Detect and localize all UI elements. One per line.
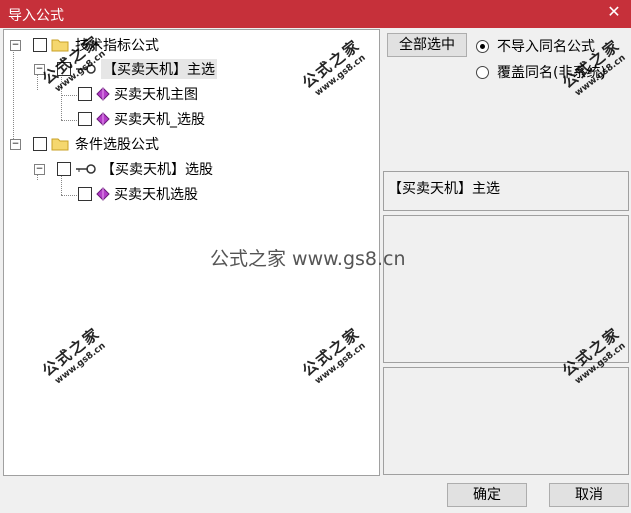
description-panel — [383, 215, 629, 363]
tree-formula-label: 【买卖天机】选股 — [101, 162, 213, 178]
checkbox[interactable] — [78, 112, 92, 126]
tree-item-label: 买卖天机_选股 — [114, 112, 205, 128]
checkbox[interactable] — [33, 137, 47, 151]
expander-icon[interactable]: − — [34, 63, 45, 75]
tree-group-indicators[interactable]: − 技术指标公式 — [10, 34, 159, 56]
folder-icon — [51, 138, 69, 151]
tree-line — [13, 45, 14, 145]
checkbox[interactable] — [33, 38, 47, 52]
option-no-import-same[interactable]: 不导入同名公式 — [476, 36, 595, 56]
radio-overwrite[interactable] — [476, 65, 489, 79]
window-title: 导入公式 — [8, 8, 64, 24]
option-overwrite-same[interactable]: 覆盖同名(非系统) — [476, 62, 606, 82]
cancel-button[interactable]: 取消 — [549, 483, 629, 507]
tree-formula-label: 【买卖天机】主选 — [101, 59, 217, 79]
tree-item-select-stock[interactable]: 买卖天机选股 — [78, 183, 198, 205]
folder-icon — [51, 39, 69, 52]
selected-name-panel: 【买卖天机】主选 — [383, 171, 629, 211]
title-bar: 导入公式 ✕ — [0, 0, 631, 28]
tree-item-select[interactable]: 买卖天机_选股 — [78, 108, 205, 130]
option-label: 不导入同名公式 — [497, 39, 595, 55]
tree-line — [61, 75, 62, 120]
tree-item-label: 买卖天机选股 — [114, 187, 198, 203]
option-label: 覆盖同名(非系统) — [497, 65, 606, 81]
checkbox[interactable] — [57, 162, 71, 176]
tree-item-main-chart[interactable]: 买卖天机主图 — [78, 83, 198, 105]
tree-group-label: 条件选股公式 — [75, 137, 159, 153]
key-icon — [76, 64, 96, 74]
center-watermark: 公式之家 www.gs8.cn — [210, 248, 406, 270]
gem-icon — [96, 87, 110, 101]
tree-group-label: 技术指标公式 — [75, 38, 159, 54]
gem-icon — [96, 187, 110, 201]
ok-button[interactable]: 确定 — [447, 483, 527, 507]
close-icon[interactable]: ✕ — [605, 3, 623, 21]
expander-icon[interactable]: − — [34, 163, 45, 175]
key-icon — [76, 164, 96, 174]
expander-icon[interactable]: − — [10, 39, 21, 51]
tree-group-conditions[interactable]: − 条件选股公式 — [10, 133, 159, 155]
checkbox[interactable] — [78, 187, 92, 201]
expander-icon[interactable]: − — [10, 138, 21, 150]
checkbox[interactable] — [57, 62, 71, 76]
gem-icon — [96, 112, 110, 126]
select-all-button[interactable]: 全部选中 — [387, 33, 467, 57]
tree-formula-select[interactable]: − 【买卖天机】选股 — [34, 158, 213, 180]
checkbox[interactable] — [78, 87, 92, 101]
tree-formula-main[interactable]: − 【买卖天机】主选 — [34, 58, 217, 80]
tree-item-label: 买卖天机主图 — [114, 87, 198, 103]
details-panel — [383, 367, 629, 475]
selected-name-text: 【买卖天机】主选 — [388, 181, 500, 197]
radio-no-import[interactable] — [476, 39, 489, 53]
